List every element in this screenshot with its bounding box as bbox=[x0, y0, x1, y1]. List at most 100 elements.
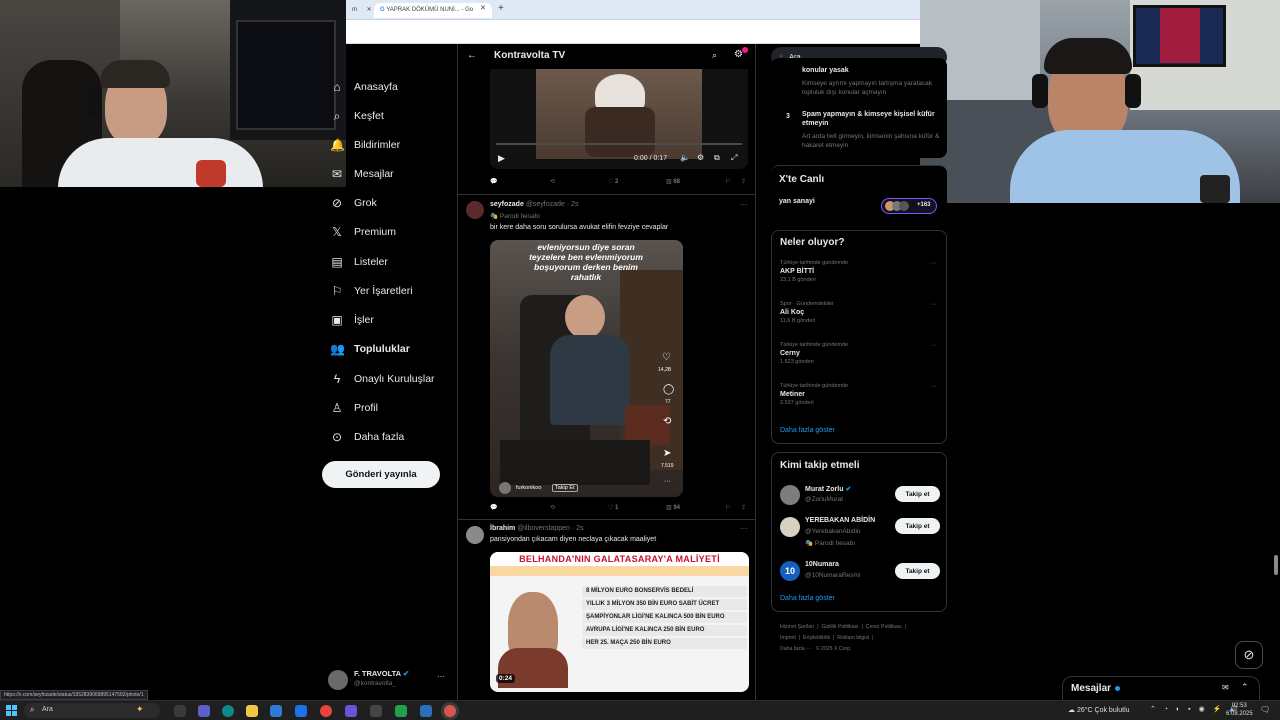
settings-icon[interactable]: ⚙ bbox=[697, 153, 704, 162]
more-icon[interactable]: ··· bbox=[664, 478, 671, 485]
discord-icon[interactable] bbox=[345, 705, 357, 717]
views-stat[interactable]: ▥ 94 bbox=[666, 504, 680, 511]
search-icon[interactable]: ⌕ bbox=[712, 50, 717, 61]
grok-floating-button[interactable]: ⊘ bbox=[1235, 641, 1263, 669]
teams-icon[interactable] bbox=[198, 705, 210, 717]
tiktok-follow-button[interactable]: Takip Et bbox=[552, 484, 578, 492]
repost-icon[interactable]: ⟲ bbox=[550, 178, 555, 185]
post-media-video[interactable]: evleniyorsun diye soran teyzelere ben ev… bbox=[490, 240, 683, 497]
sidebar-item-explore[interactable]: ⌕ Keşfet bbox=[330, 105, 384, 127]
obs-icon[interactable] bbox=[444, 705, 456, 717]
like-button[interactable]: ♡ 2 bbox=[608, 178, 618, 185]
more-icon[interactable]: ··· bbox=[930, 301, 937, 308]
sidebar-item-profile[interactable]: ♙ Profil bbox=[330, 397, 378, 419]
close-tab-icon[interactable]: ✕ bbox=[480, 4, 486, 12]
post-button[interactable]: Gönderi yayınla bbox=[322, 461, 440, 488]
author-name[interactable]: seyfozade bbox=[490, 201, 524, 208]
footer-link[interactable]: Daha fazla ··· bbox=[780, 646, 811, 652]
trend-item[interactable]: Türkiye tarihinde gündemde AKP BİTTİ 23,… bbox=[780, 260, 940, 283]
app-icon[interactable] bbox=[370, 705, 382, 717]
sidebar-item-grok[interactable]: ⊘ Grok bbox=[330, 192, 377, 214]
bookmark-icon[interactable]: ⚐ bbox=[725, 178, 730, 185]
taskbar-search[interactable]: ⌕ Ara ✦ bbox=[24, 703, 160, 718]
live-listeners[interactable]: +163 bbox=[881, 198, 937, 214]
new-tab-icon[interactable]: + bbox=[498, 3, 504, 14]
file-explorer-icon[interactable] bbox=[246, 705, 258, 717]
sidebar-item-more[interactable]: ⊙ Daha fazla bbox=[330, 426, 404, 448]
sidebar-item-verified-orgs[interactable]: ϟ Onaylı Kuruluşlar bbox=[330, 368, 435, 390]
trend-item[interactable]: Türkiye tarihinde gündemde Cerny 1.623 g… bbox=[780, 342, 940, 365]
repost-icon[interactable]: ⟲ bbox=[550, 504, 555, 511]
volume-icon[interactable]: 🔈 bbox=[680, 153, 690, 162]
sidebar-item-lists[interactable]: ▤ Listeler bbox=[330, 251, 388, 273]
account-switcher[interactable]: F. TRAVOLTA ✔ @kontravolta_ ··· bbox=[328, 668, 448, 690]
sidebar-item-premium[interactable]: 𝕏 Premium bbox=[330, 221, 396, 243]
reply-icon[interactable]: 💬 bbox=[490, 178, 497, 185]
footer-link[interactable]: Reklam bilgisi bbox=[837, 635, 869, 641]
task-view-icon[interactable] bbox=[174, 705, 186, 717]
scrollbar-thumb[interactable] bbox=[1274, 555, 1278, 575]
app-icon[interactable] bbox=[420, 705, 432, 717]
footer-link[interactable]: Imprint bbox=[780, 635, 796, 641]
author-name[interactable]: İbrahim bbox=[490, 525, 515, 532]
trend-item[interactable]: Spor · Gündemdekiler Ali Koç 11,6 B gönd… bbox=[780, 301, 940, 324]
windows-start-icon[interactable] bbox=[6, 705, 17, 716]
store-icon[interactable] bbox=[270, 705, 282, 717]
post-media-video[interactable]: BELHANDA'NIN GALATASARAY'A MALİYETİ 8 Mİ… bbox=[490, 552, 749, 692]
browser-tab[interactable]: m ✕ bbox=[346, 3, 378, 18]
share-icon[interactable]: ⇪ bbox=[741, 178, 746, 185]
like-button[interactable]: ♡ 1 bbox=[608, 504, 618, 511]
avatar[interactable] bbox=[466, 526, 484, 544]
more-icon[interactable]: ··· bbox=[930, 383, 937, 390]
pip-icon[interactable]: ⧉ bbox=[714, 153, 720, 163]
follow-button[interactable]: Takip et bbox=[895, 486, 940, 502]
sidebar-item-jobs[interactable]: ▣ İşler bbox=[330, 309, 374, 331]
edge-icon[interactable] bbox=[222, 705, 234, 717]
repost-icon[interactable]: ⟲ bbox=[663, 416, 671, 427]
like-icon[interactable]: ♡ bbox=[662, 352, 671, 363]
show-more-link[interactable]: Daha fazla göster bbox=[780, 427, 835, 434]
outlook-icon[interactable] bbox=[295, 705, 307, 717]
chevron-up-icon[interactable]: ⌃ bbox=[1241, 682, 1249, 693]
sidebar-item-notifications[interactable]: 🔔 Bildirimler bbox=[330, 134, 400, 156]
notification-center-icon[interactable]: 🗨 bbox=[1260, 705, 1270, 714]
show-more-link[interactable]: Daha fazla göster bbox=[780, 595, 835, 602]
clock[interactable]: 02:53 6.08.2025 bbox=[1226, 702, 1253, 718]
sidebar-item-communities[interactable]: 👥 Topluluklar bbox=[330, 338, 410, 360]
bookmark-icon[interactable]: ⚐ bbox=[725, 504, 730, 511]
chrome-icon[interactable] bbox=[320, 705, 332, 717]
more-icon[interactable]: ··· bbox=[930, 342, 937, 349]
footer-link[interactable]: Çerez Politikası bbox=[866, 624, 902, 630]
reply-icon[interactable]: 💬 bbox=[490, 504, 497, 511]
avatar[interactable] bbox=[466, 201, 484, 219]
new-message-icon[interactable]: ✉ bbox=[1222, 683, 1229, 692]
close-tab-icon[interactable]: ✕ bbox=[367, 7, 372, 13]
share-icon[interactable]: ⇪ bbox=[741, 504, 746, 511]
sidebar-item-home[interactable]: ⌂ Anasayfa bbox=[330, 76, 397, 98]
footer-link[interactable]: Erişilebilirlik bbox=[803, 635, 830, 641]
more-icon[interactable]: ··· bbox=[437, 672, 445, 681]
more-icon[interactable]: ··· bbox=[740, 200, 748, 209]
sidebar-item-bookmarks[interactable]: ⚐ Yer İşaretleri bbox=[330, 280, 413, 302]
more-icon[interactable]: ··· bbox=[740, 524, 748, 533]
follow-button[interactable]: Takip et bbox=[895, 563, 940, 579]
play-icon[interactable]: ▶ bbox=[498, 153, 505, 164]
send-icon[interactable]: ➤ bbox=[663, 448, 671, 459]
live-item[interactable]: yan sanayi bbox=[779, 198, 815, 205]
views-stat[interactable]: ▥ 68 bbox=[666, 178, 680, 185]
messages-drawer[interactable]: Mesajlar ✉ ⌃ bbox=[1062, 676, 1260, 700]
sidebar-item-messages[interactable]: ✉ Mesajlar bbox=[330, 163, 394, 185]
footer-link[interactable]: Hizmet Şartları bbox=[780, 624, 814, 630]
video-player[interactable]: ▶ 0:00 / 0:17 🔈 ⚙ ⧉ ⤢ bbox=[490, 69, 748, 169]
back-arrow-icon[interactable]: ← bbox=[467, 50, 477, 61]
fullscreen-icon[interactable]: ⤢ bbox=[731, 153, 737, 163]
footer-link[interactable]: Gizlilik Politikası bbox=[821, 624, 858, 630]
weather-widget[interactable]: ☁ 26°C Çok bulutlu bbox=[1068, 706, 1130, 714]
follow-button[interactable]: Takip et bbox=[895, 518, 940, 534]
address-bar[interactable] bbox=[346, 20, 920, 44]
app-icon[interactable] bbox=[395, 705, 407, 717]
comment-icon[interactable]: ◯ bbox=[663, 384, 674, 395]
browser-tab-active[interactable]: G YAPRAK DÖKÜMÜ NUNİ... - Go bbox=[374, 3, 492, 18]
more-icon[interactable]: ··· bbox=[930, 260, 937, 267]
trend-item[interactable]: Türkiye tarihinde gündemde Metiner 2.537… bbox=[780, 383, 940, 406]
